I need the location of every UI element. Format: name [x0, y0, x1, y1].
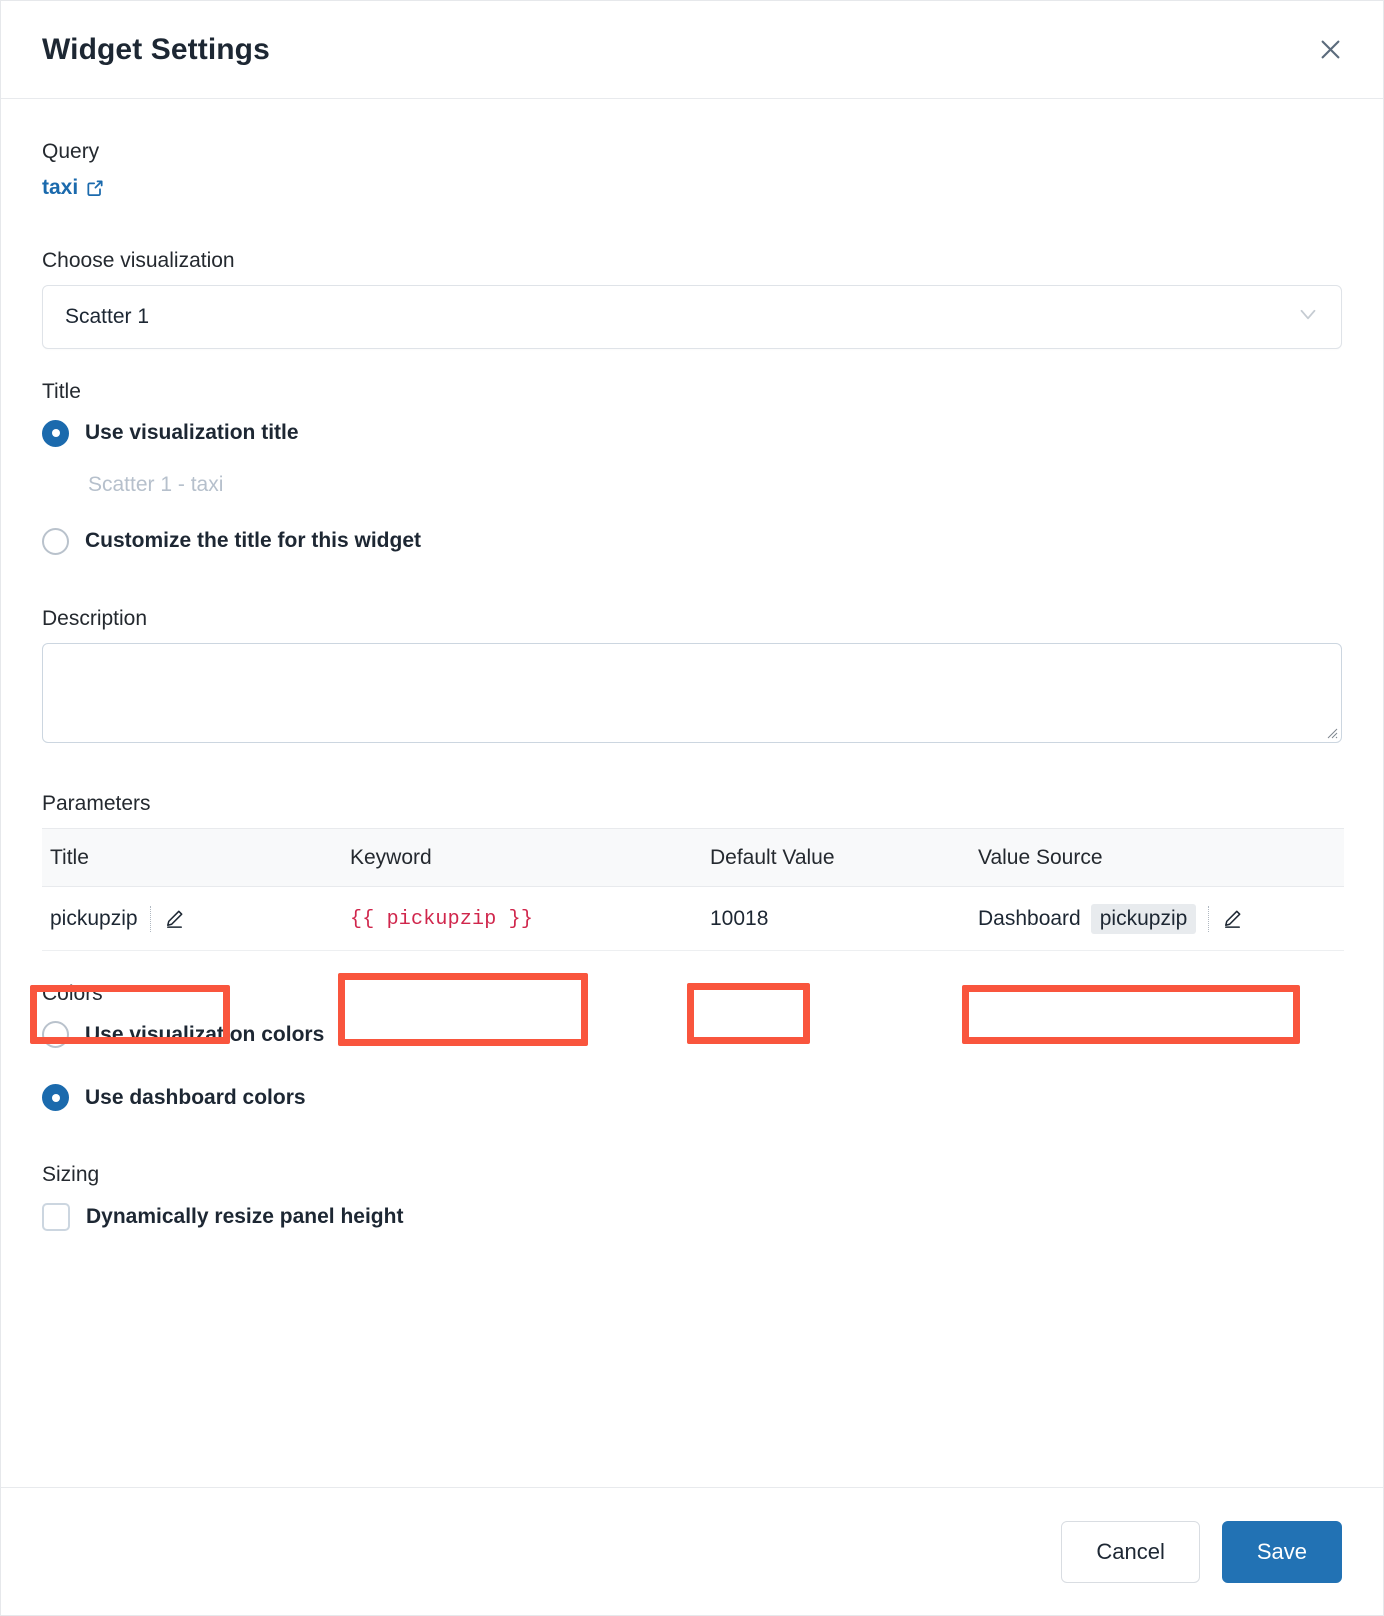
description-input[interactable]	[42, 643, 1342, 743]
parameters-label: Parameters	[42, 791, 1342, 816]
visualization-select-value: Scatter 1	[65, 305, 1295, 329]
param-value-source-chip: pickupzip	[1091, 904, 1197, 934]
radio-use-visualization-title[interactable]: Use visualization title	[42, 417, 1342, 450]
column-header-value-source: Value Source	[970, 829, 1344, 887]
param-value-source-text: Dashboard	[978, 907, 1081, 931]
title-section-label: Title	[42, 379, 1342, 404]
modal-header: Widget Settings	[1, 1, 1383, 99]
visualization-select[interactable]: Scatter 1	[42, 285, 1342, 349]
description-label: Description	[42, 606, 1342, 631]
column-header-title: Title	[42, 829, 342, 887]
cell-param-default-value[interactable]: 10018	[702, 887, 970, 951]
radio-label: Use visualization title	[85, 420, 299, 446]
checkbox-dynamically-resize-panel-height[interactable]: Dynamically resize panel height	[42, 1200, 1342, 1234]
radio-label: Customize the title for this widget	[85, 528, 421, 554]
parameters-table: Title Keyword Default Value Value Source…	[42, 828, 1344, 951]
cell-divider	[1208, 906, 1209, 932]
resize-grip-icon	[1324, 725, 1338, 739]
modal-footer: Cancel Save	[1, 1487, 1383, 1615]
param-default-value-text: 10018	[710, 907, 768, 930]
cell-param-value-source: Dashboard pickupzip	[970, 887, 1344, 951]
radio-indicator	[42, 528, 69, 555]
pencil-icon[interactable]	[1221, 907, 1244, 930]
cancel-button[interactable]: Cancel	[1061, 1521, 1199, 1583]
choose-visualization-label: Choose visualization	[42, 248, 1342, 273]
colors-label: Colors	[42, 981, 1342, 1006]
radio-indicator	[42, 1084, 69, 1111]
column-header-default-value: Default Value	[702, 829, 970, 887]
cell-param-title: pickupzip	[42, 887, 342, 951]
checkbox-label: Dynamically resize panel height	[86, 1205, 403, 1229]
cell-divider	[150, 906, 151, 932]
sizing-label: Sizing	[42, 1162, 1342, 1187]
radio-label: Use visualization colors	[85, 1022, 324, 1048]
radio-use-visualization-colors[interactable]: Use visualization colors	[42, 1018, 1342, 1051]
radio-customize-title[interactable]: Customize the title for this widget	[42, 525, 1342, 558]
table-header-row: Title Keyword Default Value Value Source	[42, 829, 1344, 887]
radio-label: Use dashboard colors	[85, 1085, 306, 1111]
close-button[interactable]	[1309, 29, 1351, 71]
title-preview-text: Scatter 1 - taxi	[88, 472, 1342, 497]
external-link-icon	[85, 178, 105, 198]
radio-indicator	[42, 420, 69, 447]
param-title-text: pickupzip	[50, 907, 138, 931]
pencil-icon[interactable]	[163, 907, 186, 930]
query-label: Query	[42, 139, 1342, 164]
query-link-label: taxi	[42, 176, 78, 200]
chevron-down-icon	[1295, 301, 1321, 333]
close-icon	[1317, 36, 1344, 63]
table-row: pickupzip {{ pickupzip }}	[42, 887, 1344, 951]
modal-body: Query taxi Choose visualization Scatter …	[1, 99, 1383, 1487]
column-header-keyword: Keyword	[342, 829, 702, 887]
page-title: Widget Settings	[42, 33, 270, 67]
query-link[interactable]: taxi	[42, 176, 105, 200]
param-keyword-text: {{ pickupzip }}	[350, 908, 533, 931]
checkbox-indicator	[42, 1203, 70, 1231]
save-button[interactable]: Save	[1222, 1521, 1342, 1583]
cell-param-keyword: {{ pickupzip }}	[342, 887, 702, 951]
radio-use-dashboard-colors[interactable]: Use dashboard colors	[42, 1081, 1342, 1114]
radio-indicator	[42, 1021, 69, 1048]
widget-settings-modal: Widget Settings Query taxi	[0, 0, 1384, 1616]
